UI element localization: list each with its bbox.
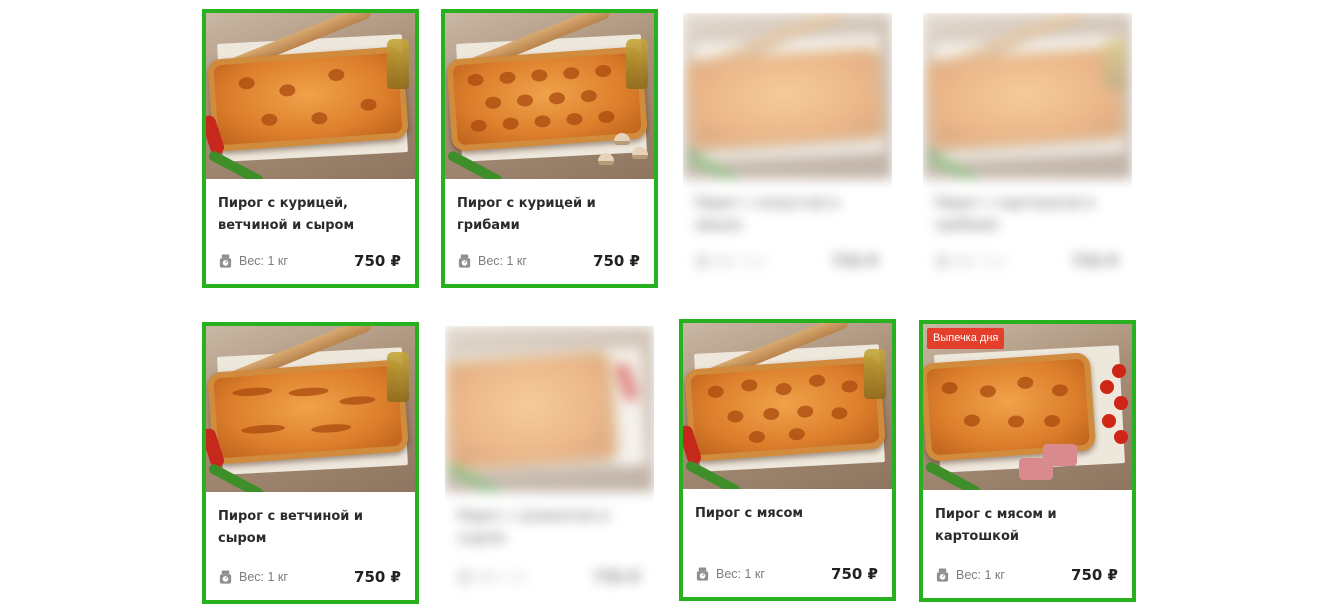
product-title[interactable]: Пирог с мясом и картошкой bbox=[935, 504, 1118, 548]
scale-icon bbox=[458, 254, 471, 268]
product-image[interactable] bbox=[923, 13, 1132, 179]
product-price: 750 ₽ bbox=[1071, 252, 1118, 270]
scale-icon bbox=[458, 570, 471, 584]
product-weight: Вес: 1 кг bbox=[716, 254, 765, 268]
product-image[interactable] bbox=[445, 326, 654, 492]
product-image[interactable] bbox=[206, 326, 415, 492]
product-price: 750 ₽ bbox=[831, 565, 878, 583]
scale-icon bbox=[696, 567, 709, 581]
product-title[interactable]: Пирог с картошкой и грибами bbox=[935, 193, 1118, 237]
product-price: 750 ₽ bbox=[593, 568, 640, 586]
scale-icon bbox=[696, 254, 709, 268]
product-price: 750 ₽ bbox=[354, 568, 401, 586]
product-card[interactable]: Пирог с капустой и яйцом Вес: 1 кг 750 ₽ bbox=[679, 9, 896, 288]
product-price: 750 ₽ bbox=[354, 252, 401, 270]
product-card[interactable]: Пирог с ветчиной и сыром Вес: 1 кг 750 ₽ bbox=[202, 322, 419, 604]
product-title[interactable]: Пирог с курицей и грибами bbox=[457, 193, 640, 237]
product-card[interactable]: Пирог с курицей, ветчиной и сыром Вес: 1… bbox=[202, 9, 419, 288]
scale-icon bbox=[219, 254, 232, 268]
scale-icon bbox=[936, 254, 949, 268]
product-card[interactable]: Пирог с курицей и грибами Вес: 1 кг 750 … bbox=[441, 9, 658, 288]
product-title[interactable]: Пирог с курицей, ветчиной и сыром bbox=[218, 193, 401, 237]
product-card[interactable]: Пирог с шпинатом и сыром Вес: 1 кг 750 ₽ bbox=[441, 322, 658, 604]
product-weight: Вес: 1 кг bbox=[956, 568, 1005, 582]
scale-icon bbox=[219, 570, 232, 584]
product-card[interactable]: Выпечка дня Пирог с мясом и картошкой Ве… bbox=[919, 320, 1136, 602]
product-image[interactable]: Выпечка дня bbox=[923, 324, 1132, 490]
product-card[interactable]: Пирог с мясом Вес: 1 кг 750 ₽ bbox=[679, 319, 896, 601]
product-weight: Вес: 1 кг bbox=[716, 567, 765, 581]
product-image[interactable] bbox=[683, 323, 892, 489]
product-weight: Вес: 1 кг bbox=[956, 254, 1005, 268]
product-image[interactable] bbox=[206, 13, 415, 179]
product-image[interactable] bbox=[683, 13, 892, 179]
product-weight: Вес: 1 кг bbox=[478, 254, 527, 268]
product-card[interactable]: Пирог с картошкой и грибами Вес: 1 кг 75… bbox=[919, 9, 1136, 288]
product-weight: Вес: 1 кг bbox=[239, 570, 288, 584]
product-weight: Вес: 1 кг bbox=[239, 254, 288, 268]
product-title[interactable]: Пирог с капустой и яйцом bbox=[695, 193, 878, 237]
product-title[interactable]: Пирог с ветчиной и сыром bbox=[218, 506, 401, 550]
product-title[interactable]: Пирог с шпинатом и сыром bbox=[457, 506, 640, 550]
badge-baking-of-day: Выпечка дня bbox=[927, 328, 1005, 349]
product-title[interactable]: Пирог с мясом bbox=[695, 503, 878, 525]
scale-icon bbox=[936, 568, 949, 582]
product-weight: Вес: 1 кг bbox=[478, 570, 527, 584]
product-image[interactable] bbox=[445, 13, 654, 179]
product-price: 750 ₽ bbox=[831, 252, 878, 270]
product-price: 750 ₽ bbox=[1071, 566, 1118, 584]
product-price: 750 ₽ bbox=[593, 252, 640, 270]
